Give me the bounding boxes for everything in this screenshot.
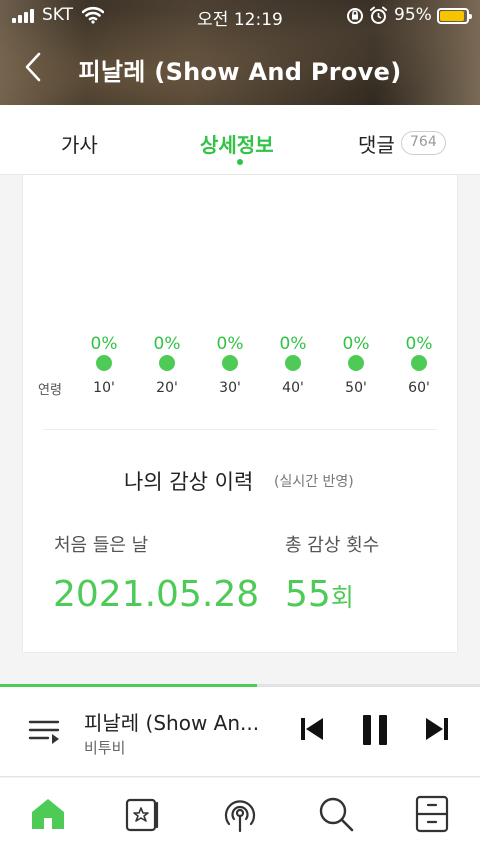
age-dot [222, 355, 238, 371]
age-tick-label: 50' [345, 380, 367, 396]
battery-percent: 95% [394, 5, 432, 25]
history-title: 나의 감상 이력 [124, 470, 254, 494]
total-plays-number: 55 [285, 574, 331, 615]
tab-lyrics[interactable]: 가사 [61, 129, 98, 158]
active-tab-indicator [237, 159, 243, 165]
total-plays-unit: 회 [330, 583, 354, 612]
drawer-icon[interactable] [412, 794, 452, 834]
bottom-nav [0, 778, 480, 852]
home-icon[interactable] [28, 794, 68, 834]
first-listen-date: 2021.05.28 [53, 574, 260, 615]
age-dot [159, 355, 175, 371]
age-tick-label: 10' [93, 380, 115, 396]
age-percent: 0% [342, 334, 370, 354]
song-title: 피날레 (Show And Prove) [78, 58, 402, 86]
age-axis-label: 연령 [38, 383, 62, 398]
age-dot [285, 355, 301, 371]
next-track-icon[interactable] [423, 715, 451, 743]
alarm-icon [370, 6, 387, 24]
status-bar: SKT 오전 12:19 95% [0, 0, 480, 32]
age-percent: 0% [405, 334, 433, 354]
history-subtitle: (실시간 반영) [274, 474, 354, 490]
divider [43, 429, 437, 430]
age-percent: 0% [279, 334, 307, 354]
player-artist[interactable]: 비투비 [84, 737, 125, 758]
battery-icon [437, 8, 472, 24]
age-tick-label: 40' [282, 380, 304, 396]
orientation-lock-icon [347, 8, 363, 24]
search-icon[interactable] [316, 794, 356, 834]
age-dot [411, 355, 427, 371]
age-tick-label: 60' [408, 380, 430, 396]
previous-track-icon[interactable] [298, 715, 326, 743]
mini-player[interactable]: 피날레 (Show An... 비투비 [0, 687, 480, 777]
age-dot [96, 355, 112, 371]
total-plays-label: 총 감상 횟수 [285, 535, 380, 556]
pause-icon[interactable] [360, 713, 390, 747]
age-percent: 0% [153, 334, 181, 354]
age-dot [348, 355, 364, 371]
header: SKT 오전 12:19 95% 피날레 (Show And Prove) [0, 0, 480, 105]
total-plays-value: 55회 [285, 574, 354, 615]
age-percent: 0% [90, 334, 118, 354]
comments-count-badge: 764 [401, 131, 446, 155]
first-listen-label: 처음 들은 날 [54, 535, 149, 556]
tab-bar: 가사 상세정보 댓글 764 [0, 105, 480, 175]
tab-comments[interactable]: 댓글 [358, 129, 395, 158]
tab-detail[interactable]: 상세정보 [200, 129, 274, 158]
age-tick-label: 20' [156, 380, 178, 396]
age-tick-label: 30' [219, 380, 241, 396]
player-song-title[interactable]: 피날레 (Show An... [84, 707, 259, 736]
podcast-icon[interactable] [220, 794, 260, 834]
age-percent: 0% [216, 334, 244, 354]
storage-icon[interactable] [124, 794, 164, 834]
playlist-queue-icon[interactable] [28, 717, 62, 747]
